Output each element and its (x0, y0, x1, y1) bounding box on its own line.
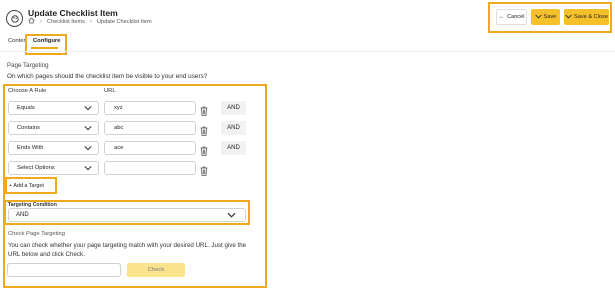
trash-icon[interactable] (200, 123, 208, 136)
url-input[interactable]: xyz (104, 101, 196, 115)
url-input[interactable] (104, 161, 196, 175)
rule-select-value: Ends With (17, 145, 44, 151)
rule-select[interactable]: Equals (8, 101, 99, 115)
url-input-value: ace (114, 145, 124, 151)
chevron-down-icon (227, 212, 236, 220)
check-button[interactable]: Check (127, 263, 185, 277)
save-close-label: Save & Close (574, 14, 608, 20)
chevron-down-icon (84, 165, 92, 173)
breadcrumb-current: Update Checklist Item (96, 18, 152, 25)
rule-select[interactable]: Ends With (8, 141, 99, 155)
cancel-button[interactable]: ← Cancel (496, 9, 527, 25)
save-button[interactable]: Save (531, 9, 560, 25)
tab-configure[interactable]: Configure (33, 38, 60, 44)
column-header-url: URL (104, 88, 116, 94)
palette-icon (6, 10, 23, 27)
rule-select[interactable]: Contains (8, 121, 99, 135)
trash-icon[interactable] (200, 143, 208, 156)
save-close-button[interactable]: Save & Close (564, 9, 609, 25)
tab-content[interactable]: Conten (8, 38, 27, 44)
rule-select-value: Equals (17, 105, 35, 111)
and-button[interactable]: AND (221, 121, 246, 135)
add-target-button[interactable]: + Add a Target (9, 181, 54, 191)
and-button[interactable]: AND (221, 101, 246, 115)
targeting-question: On which pages should the checklist item… (7, 73, 208, 80)
url-input-value: xyz (114, 105, 123, 111)
check-targeting-description: You can check whether your page targetin… (8, 242, 247, 258)
trash-icon[interactable] (200, 103, 208, 116)
chevron-right-icon: › (40, 18, 42, 25)
cancel-label: Cancel (507, 14, 525, 20)
url-input-value: abc (114, 125, 124, 131)
trash-icon[interactable] (200, 163, 208, 176)
targeting-condition-select[interactable]: AND (8, 208, 246, 222)
column-header-rule: Choose A Rule (8, 88, 47, 94)
arrow-left-icon: ← (498, 14, 505, 20)
save-close-icon (565, 14, 572, 21)
save-label: Save (543, 14, 557, 20)
chevron-down-icon (84, 105, 92, 113)
save-icon (535, 14, 542, 21)
and-button[interactable]: AND (221, 141, 246, 155)
breadcrumb-checklist-items[interactable]: Checklist Items (47, 19, 85, 25)
rule-select[interactable]: Select Options (8, 161, 99, 175)
targeting-condition-value: AND (16, 212, 29, 218)
chevron-down-icon (84, 145, 92, 153)
tabs-divider (0, 51, 615, 52)
url-input[interactable]: abc (104, 121, 196, 135)
check-targeting-title: Check Page Targeting (8, 231, 65, 237)
chevron-right-icon: › (89, 18, 92, 25)
section-title: Page Targeting (7, 62, 49, 69)
home-icon[interactable] (28, 17, 35, 26)
url-input[interactable]: ace (104, 141, 196, 155)
check-url-input[interactable] (7, 263, 121, 277)
active-tab-indicator (31, 47, 58, 49)
breadcrumb: › Checklist Items › Update Checklist Ite… (28, 17, 152, 26)
rule-select-value: Contains (17, 125, 40, 131)
chevron-down-icon (84, 125, 92, 133)
rule-select-value: Select Options (17, 165, 55, 171)
